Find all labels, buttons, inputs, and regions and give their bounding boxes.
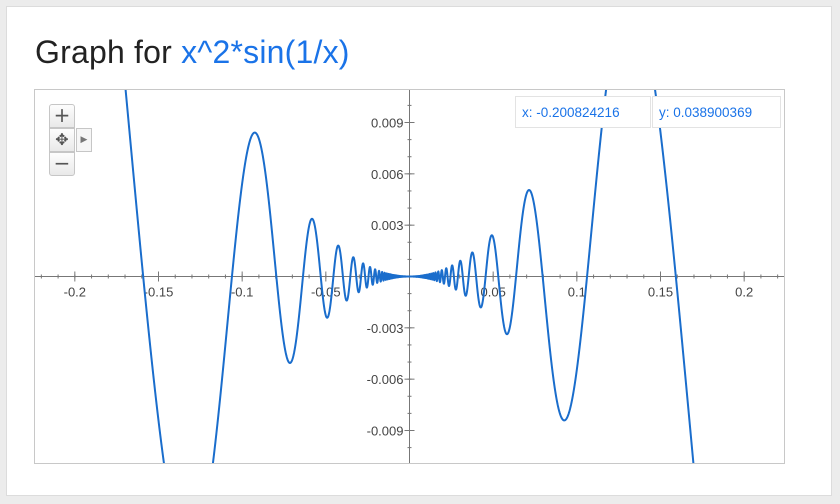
y-tick-label: -0.003 [367,321,404,336]
minus-icon[interactable]: − [49,152,75,176]
plus-icon[interactable]: + [49,104,75,128]
graph-card: Graph for x^2*sin(1/x) -0.2 -0.15 -0.1 -0.0… [6,6,832,496]
function-link[interactable]: x^2*sin(1/x) [181,34,350,70]
x-tick-label: 0.2 [735,285,753,300]
y-tick-label: -0.009 [367,423,404,438]
x-tick-label: 0.1 [568,285,586,300]
triangle-right-icon[interactable]: ▶ [76,128,92,152]
x-tick-label: -0.05 [311,285,341,300]
y-tick-label: -0.006 [367,372,404,387]
y-tick-label: 0.006 [371,167,404,182]
x-tick-label: -0.15 [144,285,174,300]
plot-area[interactable]: -0.2 -0.15 -0.1 -0.05 0.05 0.1 0.15 0.2 0.009 0.0… [34,89,785,464]
title-prefix: Graph for [35,34,172,70]
function-chart[interactable]: -0.2 -0.15 -0.1 -0.05 0.05 0.1 0.15 0.20.0090.0… [35,90,784,463]
y-tick-label: 0.003 [371,218,404,233]
x-tick-label: -0.1 [231,285,253,300]
x-tick-label: 0.15 [648,285,673,300]
zoom-pan-controls: + ✥ ▶ − [49,104,97,184]
move-arrows-icon[interactable]: ✥ [49,128,75,152]
y-tick-label: 0.009 [371,116,404,131]
y-coordinate-readout: y: 0.038900369 [652,96,781,128]
x-tick-label: -0.2 [64,285,86,300]
graph-title: Graph for x^2*sin(1/x) [35,34,350,71]
x-coordinate-readout: x: -0.200824216 [515,96,651,128]
